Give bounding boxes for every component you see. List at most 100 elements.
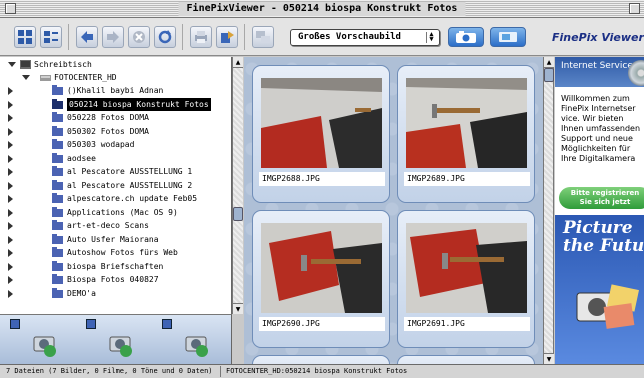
folder-icon xyxy=(52,125,63,136)
thumbnail-card[interactable] xyxy=(252,355,390,364)
internet-service-banner[interactable]: Internet Service xyxy=(555,57,644,87)
disclosure-closed-icon[interactable] xyxy=(8,141,13,149)
tree-row-folder[interactable]: Applications (Mac OS 9) xyxy=(0,206,231,219)
photo-thumbnail xyxy=(406,78,527,168)
tree-row-folder[interactable]: al Pescatore AUSSTELLUNG 1 xyxy=(0,165,231,178)
disclosure-closed-icon[interactable] xyxy=(8,235,13,244)
card-reader-button[interactable] xyxy=(490,27,526,47)
refresh-button[interactable] xyxy=(154,26,176,48)
tree-row-label: alpescatore.ch update Feb05 xyxy=(67,194,198,203)
slideshow-icon xyxy=(256,31,270,43)
tree-row-folder[interactable]: 050214 biospa Konstrukt Fotos xyxy=(0,97,231,111)
slideshow-button[interactable] xyxy=(252,26,274,48)
view-mode-select[interactable]: Großes Vorschaubild ▲ ▼ xyxy=(290,29,440,46)
internet-service-panel: Internet Service Willkommen zum FinePix … xyxy=(555,57,644,364)
thumbnail-card[interactable]: IMGP2691.JPG xyxy=(397,210,535,348)
disclosure-closed-icon[interactable] xyxy=(8,195,13,203)
tree-row-folder[interactable]: 050228 Fotos DOMA xyxy=(0,111,231,124)
window-close-box[interactable] xyxy=(5,3,16,14)
download-icon xyxy=(185,336,208,357)
disclosure-closed-icon[interactable] xyxy=(8,87,13,95)
camera-import-button[interactable] xyxy=(448,27,484,47)
disclosure-closed-icon[interactable] xyxy=(8,127,13,136)
camera-photo-icon xyxy=(576,284,639,329)
action-card-transfer[interactable] xyxy=(86,319,138,361)
thumbnail-view-button[interactable] xyxy=(14,26,36,48)
tree-row-folder[interactable]: 050302 Fotos DOMA xyxy=(0,125,231,138)
window-zoom-box[interactable] xyxy=(629,3,640,14)
tree-row-folder[interactable]: 050303 wodapad xyxy=(0,138,231,151)
register-button[interactable]: Bitte registrieren Sie sich jetzt xyxy=(559,187,644,209)
tree-row-label: 050214 biospa Konstrukt Fotos xyxy=(67,97,211,111)
print-button[interactable] xyxy=(190,26,212,48)
scroll-thumb[interactable] xyxy=(233,207,243,221)
thumbnail-card[interactable]: IMGP2688.JPG xyxy=(252,65,390,203)
action-download[interactable] xyxy=(162,319,214,361)
back-button[interactable] xyxy=(76,26,98,48)
export-button[interactable] xyxy=(216,26,238,48)
tree-row-label: Applications (Mac OS 9) xyxy=(67,207,178,217)
disclosure-closed-icon[interactable] xyxy=(8,276,13,284)
thumbnail-filename: IMGP2691.JPG xyxy=(404,317,530,331)
folder-icon xyxy=(52,112,63,122)
card-icon xyxy=(499,32,517,42)
folder-icon xyxy=(52,247,63,257)
folder-tree[interactable]: Schreibtisch FOTOCENTER_HD ()Khalil bayb… xyxy=(0,57,232,314)
scroll-up-arrow[interactable]: ▲ xyxy=(544,57,554,68)
disclosure-closed-icon[interactable] xyxy=(8,168,13,176)
thumbnail-scrollbar[interactable]: ▲ ▼ xyxy=(543,57,554,364)
folder-icon xyxy=(52,193,63,203)
disclosure-closed-icon[interactable] xyxy=(8,222,13,230)
disclosure-closed-icon[interactable] xyxy=(8,289,13,298)
tree-row-volume[interactable]: FOTOCENTER_HD xyxy=(0,71,231,84)
tree-row-folder[interactable]: Biospa Fotos 040827 xyxy=(0,273,231,286)
thumbnail-card[interactable] xyxy=(397,355,535,364)
disclosure-open-icon[interactable] xyxy=(8,62,16,67)
tree-row-folder[interactable]: DEMO'a xyxy=(0,287,231,300)
tree-row-folder[interactable]: ()Khalil baybi Adnan xyxy=(0,84,231,97)
disclosure-closed-icon[interactable] xyxy=(8,154,13,163)
thumbnail-card[interactable]: IMGP2689.JPG xyxy=(397,65,535,203)
disclosure-closed-icon[interactable] xyxy=(8,114,13,122)
window-title-bar[interactable]: FinePixViewer - 050214 biospa Konstrukt … xyxy=(0,0,644,18)
tree-row-folder[interactable]: biospa Briefschaften xyxy=(0,260,231,273)
desktop-icon xyxy=(20,60,31,69)
camera-mini-icon xyxy=(10,319,20,329)
arrow-left-icon xyxy=(81,31,93,43)
scroll-thumb[interactable] xyxy=(544,68,554,82)
forward-button[interactable] xyxy=(102,26,124,48)
detail-view-button[interactable] xyxy=(40,26,62,48)
disclosure-closed-icon[interactable] xyxy=(8,208,13,217)
tree-row-folder[interactable]: aodsee xyxy=(0,152,231,165)
tree-row-folder[interactable]: al Pescatore AUSSTELLUNG 2 xyxy=(0,179,231,192)
scroll-down-arrow[interactable]: ▼ xyxy=(544,353,554,364)
tree-row-folder[interactable]: Autoshow Fotos fürs Web xyxy=(0,246,231,259)
arrow-right-icon xyxy=(107,31,119,43)
disclosure-closed-icon[interactable] xyxy=(8,100,13,109)
disclosure-closed-icon[interactable] xyxy=(8,181,13,190)
thumbnail-grid[interactable]: IMGP2688.JPG IMGP2689.JPG IMGP2690.JPG I… xyxy=(244,57,543,364)
thumbnail-filename: IMGP2689.JPG xyxy=(404,172,530,186)
download-mini-icon xyxy=(162,319,172,329)
stop-button[interactable] xyxy=(128,26,150,48)
thumbnail-filename: IMGP2690.JPG xyxy=(259,317,385,331)
tree-scrollbar[interactable]: ▲ ▼ xyxy=(232,57,243,314)
tree-row-label: FOTOCENTER_HD xyxy=(54,73,117,82)
thumbnail-card[interactable]: IMGP2690.JPG xyxy=(252,210,390,348)
promo-banner[interactable]: Picture the Future xyxy=(555,215,644,364)
disclosure-closed-icon[interactable] xyxy=(8,249,13,257)
tree-row-label: al Pescatore AUSSTELLUNG 1 xyxy=(67,167,193,176)
scroll-up-arrow[interactable]: ▲ xyxy=(233,57,243,68)
tree-row-folder[interactable]: Auto Usfer Maiorana xyxy=(0,233,231,246)
tree-row-folder[interactable]: art-et-deco Scans xyxy=(0,219,231,232)
action-camera-transfer[interactable] xyxy=(10,319,62,361)
folder-icon xyxy=(52,260,63,271)
card-mini-icon xyxy=(86,319,96,329)
scroll-down-arrow[interactable]: ▼ xyxy=(233,303,243,314)
disclosure-closed-icon[interactable] xyxy=(8,262,13,271)
tree-row-desktop[interactable]: Schreibtisch xyxy=(0,58,231,71)
window-title: FinePixViewer - 050214 biospa Konstrukt … xyxy=(178,2,466,16)
tree-row-folder[interactable]: alpescatore.ch update Feb05 xyxy=(0,192,231,205)
folder-icon xyxy=(52,166,63,176)
disclosure-open-icon[interactable] xyxy=(22,75,30,80)
